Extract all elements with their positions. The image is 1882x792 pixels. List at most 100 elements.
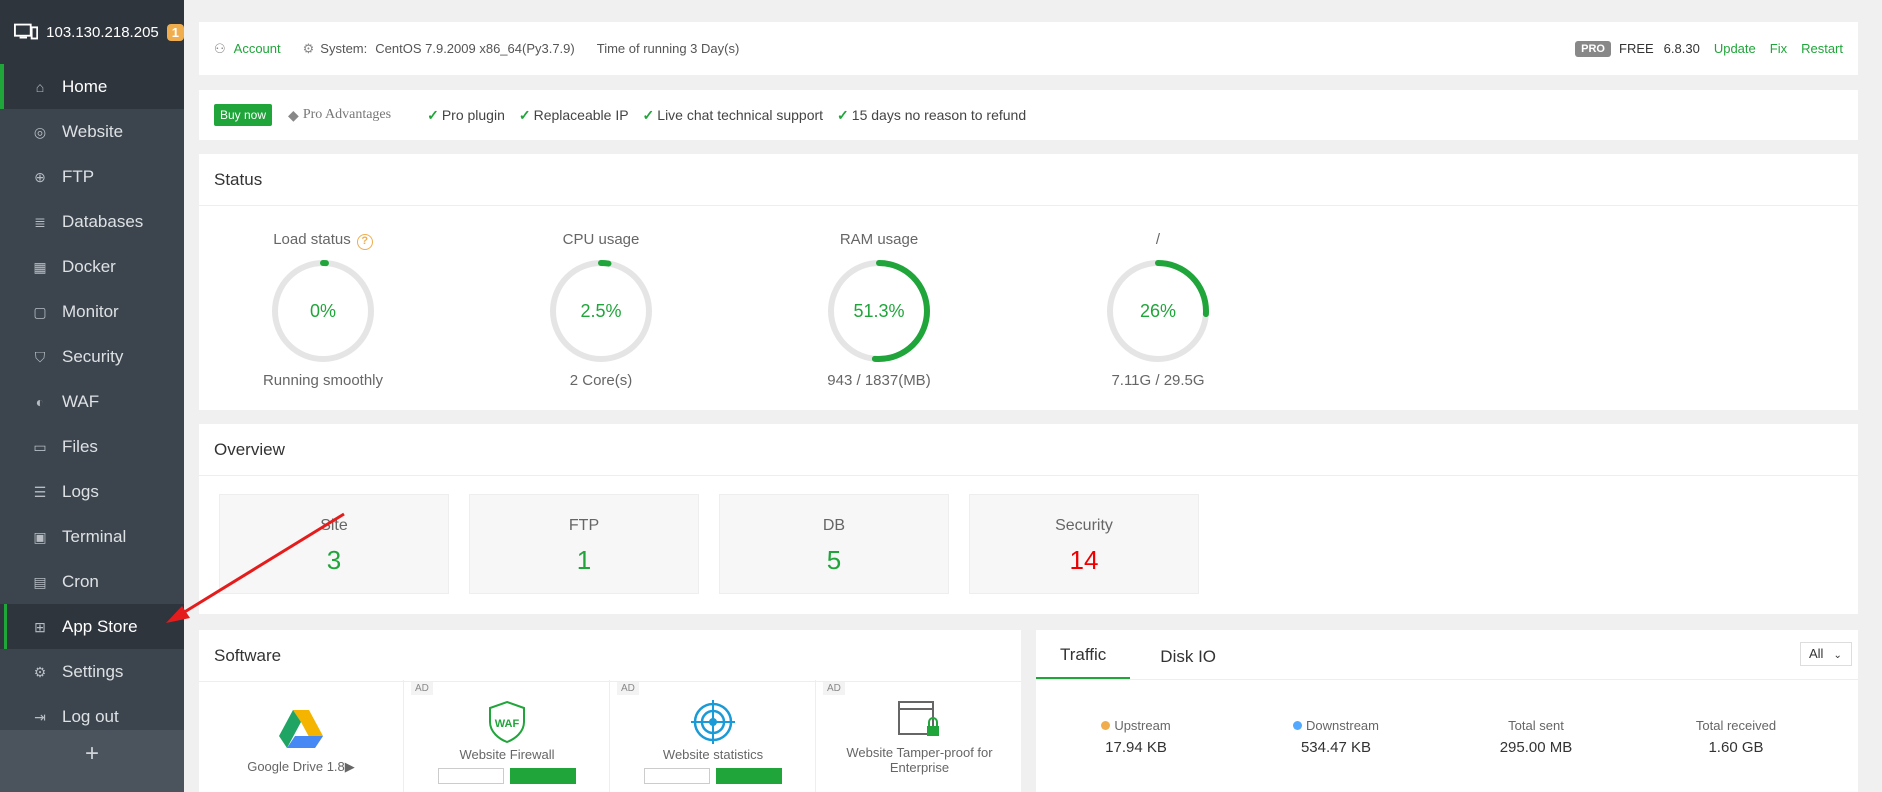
gauge: CPU usage 2.5% 2 Core(s)	[501, 228, 701, 389]
sidebar-item-cron[interactable]: ▤ Cron	[0, 559, 184, 604]
sidebar-item-label: Monitor	[62, 301, 119, 321]
software-buttons	[405, 768, 609, 784]
card-value: 3	[326, 545, 342, 575]
check-icon: ✓	[642, 106, 655, 123]
fix-link[interactable]: Fix	[1770, 41, 1787, 56]
stat-label: Downstream	[1306, 718, 1379, 733]
sidebar-item-home[interactable]: ⌂ Home	[0, 64, 184, 109]
sidebar-item-label: App Store	[62, 616, 138, 636]
software-buttons	[611, 768, 815, 784]
gauge-ring[interactable]: 0%	[268, 256, 378, 366]
card-value: 1	[576, 545, 592, 575]
card-value: 5	[826, 545, 842, 575]
buy-button[interactable]	[716, 768, 782, 784]
sidebar-item-website[interactable]: ◎ Website	[0, 109, 184, 154]
update-link[interactable]: Update	[1714, 41, 1756, 56]
buy-button[interactable]	[510, 768, 576, 784]
target-icon	[691, 700, 735, 744]
software-item[interactable]: AD WAF Website Firewall	[405, 680, 610, 792]
add-button[interactable]: +	[0, 730, 184, 792]
diamond-icon: ◆	[288, 106, 299, 123]
monitor-icon: ▢	[33, 303, 47, 320]
lock-window-icon	[897, 701, 939, 736]
tab-disk-io[interactable]: Disk IO	[1160, 647, 1216, 679]
sidebar-item-monitor[interactable]: ▢ Monitor	[0, 289, 184, 334]
overview-card-ftp[interactable]: FTP 1	[469, 494, 699, 594]
user-icon: ⚇	[214, 40, 226, 56]
gauge-ring[interactable]: 2.5%	[546, 256, 656, 366]
server-ip: 103.130.218.205	[46, 23, 159, 41]
gauge-subtext: 7.11G / 29.5G	[1111, 372, 1205, 389]
gauge-value: 26%	[1139, 301, 1177, 321]
overview-card-db[interactable]: DB 5	[719, 494, 949, 594]
feature-label: Replaceable IP	[533, 107, 629, 123]
sidebar-item-security[interactable]: ⛉ Security	[0, 334, 184, 379]
ftp-icon: ⊕	[34, 168, 46, 185]
stat-value: 1.60 GB	[1708, 739, 1764, 756]
software-name: Website Tamper-proof for Enterprise	[846, 745, 993, 775]
overview-card-security[interactable]: Security 14	[969, 494, 1199, 594]
gauge-label: Load status?	[223, 228, 423, 252]
sidebar-item-terminal[interactable]: ▣ Terminal	[0, 514, 184, 559]
software-item[interactable]: Google Drive 1.8▶	[199, 680, 404, 792]
gauge-label-text: CPU usage	[562, 231, 640, 248]
waf-shield-icon: ◐	[35, 393, 45, 410]
overview-panel: Overview Site 3 FTP 1 DB 5 Security 14	[199, 424, 1858, 614]
account-link[interactable]: Account	[234, 41, 281, 56]
sidebar-item-label: FTP	[62, 166, 95, 186]
grid-icon: ⊞	[34, 618, 46, 635]
preview-button[interactable]	[438, 768, 504, 784]
feature-item: ✓ Replaceable IP	[519, 107, 629, 124]
pro-advantages-link[interactable]: Pro Advantages	[303, 107, 391, 123]
gauge: Load status? 0% Running smoothly	[223, 228, 423, 389]
sidebar-item-label: Settings	[62, 661, 124, 681]
software-item[interactable]: AD Website statistics	[611, 680, 816, 792]
logout-icon: ⇥	[34, 708, 46, 725]
gauge-ring[interactable]: 26%	[1103, 256, 1213, 366]
stat-value: 295.00 MB	[1499, 739, 1573, 756]
software-panel: Software Google Drive 1.8▶ AD WAF Websit…	[199, 630, 1021, 792]
sidebar-item-waf[interactable]: ◐ WAF	[0, 379, 184, 424]
sidebar-item-docker[interactable]: ▦ Docker	[0, 244, 184, 289]
sidebar-header: 103.130.218.205 1	[0, 0, 184, 64]
status-panel: Status Load status? 0% Running smoothly CPU…	[199, 154, 1858, 410]
sidebar-item-ftp[interactable]: ⊕ FTP	[0, 154, 184, 199]
stat-label: Total received	[1695, 718, 1777, 733]
card-value: 14	[1069, 545, 1099, 575]
sidebar-item-settings[interactable]: ⚙ Settings	[0, 649, 184, 694]
google-drive-icon	[279, 710, 323, 748]
gauge-ring[interactable]: 51.3%	[824, 256, 934, 366]
tab-traffic[interactable]: Traffic	[1036, 645, 1131, 679]
sidebar-item-app-store[interactable]: ⊞ App Store	[0, 604, 184, 649]
restart-link[interactable]: Restart	[1801, 41, 1843, 56]
check-icon: ✓	[518, 106, 531, 123]
running-time: Time of running 3 Day(s)	[596, 41, 740, 56]
sidebar-item-label: Home	[62, 76, 108, 96]
card-label: FTP	[568, 517, 600, 534]
interface-select[interactable]: All ⌄	[1800, 642, 1852, 666]
gauge-label-text: RAM usage	[839, 231, 919, 248]
gauge-value: 51.3%	[853, 301, 905, 321]
buy-now-button[interactable]: Buy now	[214, 104, 273, 126]
software-item[interactable]: AD Website Tamper-proof for Enterprise	[817, 680, 1022, 792]
software-name: Website statistics	[662, 747, 764, 762]
cron-icon: ▤	[33, 573, 47, 590]
gauge-label: /	[1058, 228, 1258, 252]
notification-badge[interactable]: 1	[166, 23, 184, 41]
sidebar-item-files[interactable]: ▭ Files	[0, 424, 184, 469]
sidebar-item-label: Security	[62, 346, 124, 366]
help-icon[interactable]: ?	[356, 234, 373, 250]
database-icon: ≣	[34, 213, 46, 230]
globe-icon: ◎	[33, 123, 47, 140]
system-label: System:	[320, 41, 368, 56]
sidebar-item-logs[interactable]: ☰ Logs	[0, 469, 184, 514]
preview-button[interactable]	[644, 768, 710, 784]
gauge-subtext: 943 / 1837(MB)	[827, 372, 931, 389]
sidebar-item-databases[interactable]: ≣ Databases	[0, 199, 184, 244]
chevron-down-icon: ⌄	[1833, 650, 1842, 661]
traffic-stat: Downstream 534.47 KB	[1236, 718, 1436, 756]
overview-card-site[interactable]: Site 3	[219, 494, 449, 594]
traffic-panel: Traffic Disk IO All ⌄ Upstream 17.94 KB D…	[1036, 630, 1858, 792]
card-label: Site	[320, 517, 348, 534]
version-label: 6.8.30	[1663, 41, 1700, 56]
